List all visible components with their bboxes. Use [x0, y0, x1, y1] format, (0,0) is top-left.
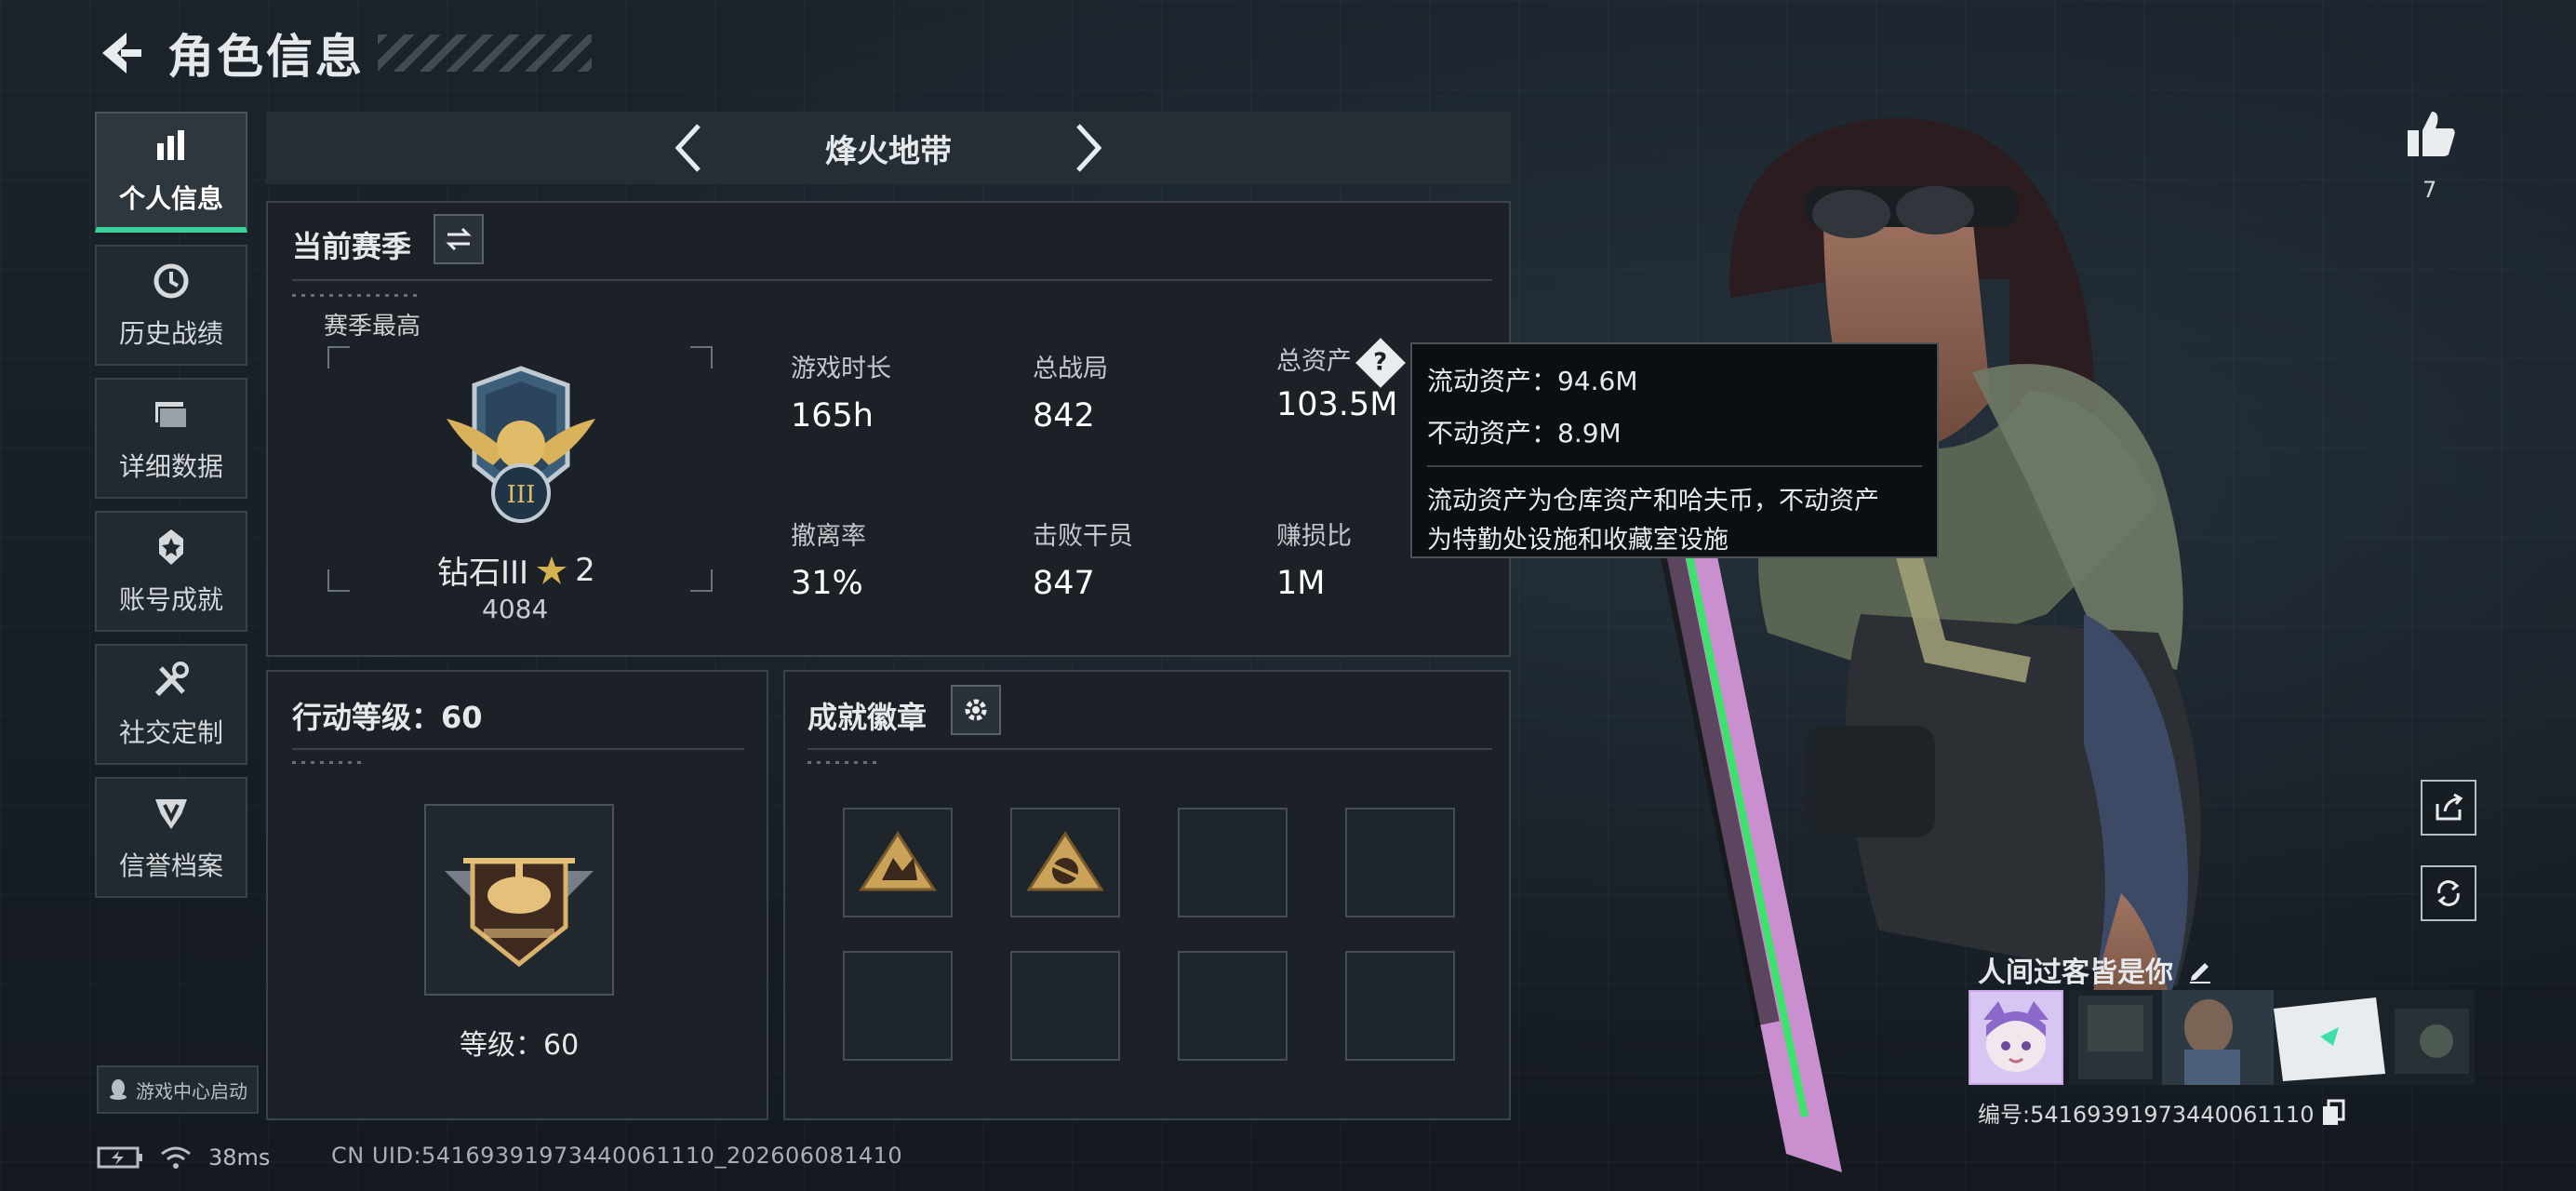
- game-center-launch[interactable]: 游戏中心启动: [97, 1065, 259, 1114]
- chevron-left-icon[interactable]: [667, 120, 714, 176]
- rank-name: 钻石III 2: [437, 547, 595, 593]
- rank-points: 4084: [482, 594, 549, 624]
- profile-banner: [2069, 990, 2475, 1085]
- achievement-slot-empty[interactable]: [843, 951, 953, 1061]
- achievement-medal-icon: [159, 529, 183, 565]
- share-icon: [2436, 793, 2463, 821]
- stat-total-assets: 总资产? 103.5M: [1276, 337, 1406, 423]
- stat-total-matches: 总战局 842: [1033, 355, 1108, 435]
- rank-diamond-emblem-icon: III: [447, 366, 595, 523]
- nav-label: 历史战绩: [118, 318, 223, 349]
- divider: [292, 279, 1492, 281]
- tools-icon: [154, 662, 189, 697]
- stat-profit-loss-ratio: 赚损比 1M: [1276, 522, 1352, 602]
- player-uid: 编号:54169391973440061110: [1978, 1096, 2345, 1129]
- cn-uid: CN UID:54169391973440061110_202606081410: [331, 1143, 903, 1169]
- tooltip-divider: [1427, 465, 1922, 467]
- status-bar: 38ms: [97, 1141, 270, 1174]
- tooltip-description: 流动资产为仓库资产和哈夫币，不动资产 为特勤处设施和收藏室设施: [1427, 482, 1922, 560]
- achievement-title: 成就徽章: [808, 700, 928, 735]
- stat-play-time: 游戏时长 165h: [791, 355, 891, 435]
- nav-item-history[interactable]: 历史战绩: [95, 245, 247, 366]
- stat-operators-killed: 击败干员 847: [1033, 522, 1133, 602]
- wifi-icon: [161, 1146, 191, 1169]
- level-text: 等级：60: [460, 1029, 580, 1062]
- achievement-badge-icon: [1026, 831, 1104, 891]
- folder-icon: [155, 402, 188, 429]
- avatar-image: [1970, 992, 2062, 1083]
- nav-item-account-achievements[interactable]: 账号成就: [95, 511, 247, 632]
- switch-season-button[interactable]: [434, 214, 484, 264]
- tooltip-fixed-assets: 不动资产：8.9M: [1427, 418, 1622, 448]
- divider: [808, 748, 1492, 750]
- page-title: 角色信息: [167, 30, 365, 84]
- nav-item-detail-data[interactable]: 详细数据: [95, 378, 247, 499]
- ping-text: 38ms: [208, 1144, 271, 1171]
- stat-extract-rate: 撤离率 31%: [791, 522, 866, 602]
- tooltip-desc-line: 流动资产为仓库资产和哈夫币，不动资产: [1427, 487, 1879, 515]
- player-name: 人间过客皆是你: [1978, 949, 2214, 990]
- achievement-slot[interactable]: [843, 808, 953, 917]
- nav-item-personal-info[interactable]: 个人信息: [95, 112, 247, 233]
- rank-stars: 2: [575, 551, 595, 589]
- assets-tooltip: 流动资产：94.6M 不动资产：8.9M 流动资产为仓库资产和哈夫币，不动资产 …: [1410, 342, 1939, 558]
- refresh-button[interactable]: [2421, 865, 2476, 921]
- help-icon[interactable]: ?: [1355, 337, 1406, 388]
- edit-pencil-icon[interactable]: [2186, 956, 2214, 984]
- header-stripes: [378, 34, 592, 72]
- dotted-divider: [292, 294, 422, 297]
- tooltip-liquid-assets: 流动资产：94.6M: [1427, 366, 1638, 396]
- action-level-badge: [424, 804, 614, 996]
- mode-label: 烽火地带: [825, 132, 952, 170]
- sidebar-nav: 个人信息 历史战绩 详细数据 账号成就 社交定制 信誉档案: [95, 112, 247, 910]
- copy-icon[interactable]: [2321, 1099, 2345, 1127]
- nav-label: 详细数据: [118, 451, 223, 482]
- dotted-divider: [292, 761, 367, 764]
- nav-label: 账号成就: [118, 584, 223, 615]
- like-count: 7: [2423, 177, 2437, 203]
- refresh-icon: [2437, 880, 2460, 906]
- svg-text:III: III: [507, 481, 536, 509]
- star-icon: [537, 555, 567, 584]
- battery-charging-icon: [97, 1146, 142, 1169]
- nav-label: 社交定制: [118, 717, 223, 748]
- banner-image: [2069, 990, 2475, 1085]
- nav-item-social-custom[interactable]: 社交定制: [95, 644, 247, 765]
- mode-selector: 烽火地带: [266, 112, 1511, 184]
- dotted-divider: [808, 761, 882, 764]
- achievement-slot[interactable]: [1010, 808, 1120, 917]
- achievement-badge-icon: [859, 831, 937, 891]
- action-level-title: 行动等级：60: [292, 700, 483, 735]
- divider: [292, 748, 744, 750]
- nav-item-credit-record[interactable]: 信誉档案: [95, 777, 247, 898]
- nav-label: 信誉档案: [118, 850, 223, 881]
- helicopter-badge-icon: [445, 858, 594, 968]
- qq-icon: [110, 1079, 127, 1100]
- achievement-slot-empty[interactable]: [1345, 951, 1455, 1061]
- shield-badge-icon: [155, 799, 187, 829]
- rank-name-text: 钻石III: [437, 555, 529, 592]
- chevron-right-icon[interactable]: [1063, 120, 1110, 176]
- share-button[interactable]: [2421, 780, 2476, 836]
- achievement-slot-empty[interactable]: [1345, 808, 1455, 917]
- season-title: 当前赛季: [292, 229, 412, 264]
- achievement-slot-empty[interactable]: [1178, 808, 1288, 917]
- gear-icon: [965, 699, 987, 721]
- nav-label: 个人信息: [118, 183, 223, 214]
- tooltip-desc-line: 为特勤处设施和收藏室设施: [1427, 526, 1728, 555]
- launch-label: 游戏中心启动: [136, 1079, 247, 1103]
- thumbs-up-icon[interactable]: [2404, 108, 2458, 162]
- achievement-settings-button[interactable]: [951, 685, 1001, 735]
- player-name-text: 人间过客皆是你: [1978, 957, 2173, 989]
- achievement-slot-empty[interactable]: [1178, 951, 1288, 1061]
- header: 角色信息: [93, 20, 592, 86]
- back-arrow-icon[interactable]: [93, 27, 145, 79]
- player-uid-text: 编号:54169391973440061110: [1978, 1102, 2315, 1128]
- bar-chart-icon: [157, 130, 184, 160]
- swap-icon: [446, 227, 472, 251]
- achievement-slot-empty[interactable]: [1010, 951, 1120, 1061]
- season-best-label: 赛季最高: [324, 313, 421, 341]
- history-clock-icon: [153, 263, 189, 299]
- avatar[interactable]: [1969, 990, 2063, 1085]
